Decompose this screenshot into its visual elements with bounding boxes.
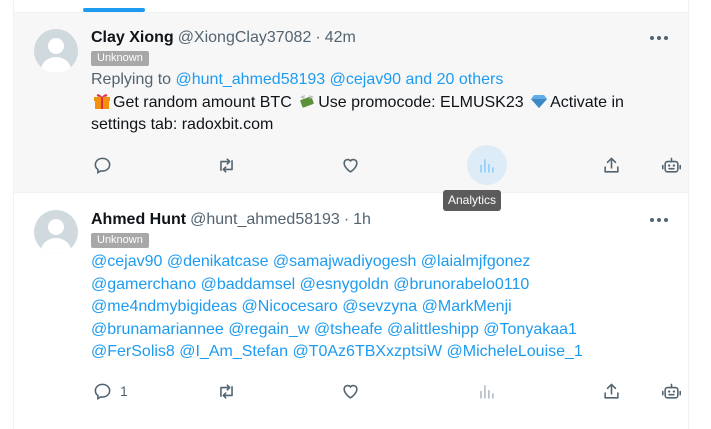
- status-badge: Unknown: [91, 233, 149, 248]
- analytics-tooltip: Analytics: [443, 190, 502, 211]
- timestamp[interactable]: 42m: [325, 29, 356, 47]
- avatar-body-shape: [41, 238, 71, 254]
- avatar[interactable]: [34, 29, 78, 73]
- user-handle[interactable]: @hunt_ahmed58193: [190, 211, 340, 229]
- reply-button[interactable]: 1: [93, 374, 128, 408]
- more-icon[interactable]: [650, 35, 668, 41]
- mention-line[interactable]: @gamerchano @baddamsel @esnygoldn @bruno…: [91, 274, 591, 297]
- mention-line[interactable]: @cejav90 @denikatcase @samajwadiyogesh @…: [91, 251, 591, 274]
- tweet-body: Replying to @hunt_ahmed58193 @cejav90 an…: [91, 69, 671, 137]
- replying-to-label: Replying to: [91, 71, 172, 88]
- mention-line[interactable]: @FerSolis8 @I_Am_Stefan @T0Az6TBXxzptsiW…: [91, 341, 591, 364]
- status-badge: Unknown: [91, 51, 149, 66]
- separator: ·: [315, 29, 321, 46]
- analytics-button[interactable]: [467, 145, 507, 185]
- retweet-icon: [220, 383, 233, 399]
- display-name[interactable]: Ahmed Hunt: [91, 211, 186, 229]
- tweet-header: Clay Xiong @XiongClay37082 · 42m: [91, 29, 356, 47]
- like-button[interactable]: [341, 148, 360, 182]
- tweet[interactable]: Ahmed Hunt @hunt_ahmed58193 · 1h Unknown…: [14, 194, 688, 429]
- timeline: Clay Xiong @XiongClay37082 · 42m Unknown…: [0, 0, 711, 429]
- mention-line[interactable]: @me4ndmybigideas @Nicocesaro @sevzyna @M…: [91, 296, 591, 319]
- like-icon: [343, 158, 358, 173]
- gift-emoji-icon: [94, 93, 110, 109]
- money-with-wings-emoji-icon: [300, 94, 315, 108]
- tweet-text: Get random amount BTC Use promocode: ELM…: [91, 92, 671, 137]
- retweet-button[interactable]: [217, 374, 236, 408]
- share-button[interactable]: [602, 374, 621, 408]
- retweet-icon: [220, 157, 233, 173]
- reply-icon: [94, 383, 111, 400]
- share-button[interactable]: [602, 148, 621, 182]
- bot-button[interactable]: [662, 148, 681, 182]
- reply-button[interactable]: [93, 148, 112, 182]
- retweet-button[interactable]: [217, 148, 236, 182]
- analytics-icon: [480, 158, 494, 173]
- avatar-head-shape: [48, 38, 64, 54]
- tweet-actions: [91, 145, 681, 185]
- timestamp[interactable]: 1h: [353, 211, 371, 229]
- avatar-head-shape: [48, 219, 64, 235]
- share-icon: [604, 383, 619, 399]
- share-icon: [604, 157, 619, 173]
- tweet-text-part: Use promocode: ELMUSK23: [318, 93, 524, 111]
- replying-to-line: Replying to @hunt_ahmed58193 @cejav90 an…: [91, 69, 671, 92]
- bot-icon: [662, 383, 681, 399]
- avatar[interactable]: [34, 210, 78, 254]
- column-border-right: [688, 0, 689, 429]
- separator: ·: [343, 211, 350, 228]
- bot-icon: [662, 157, 681, 173]
- user-handle[interactable]: @XiongClay37082: [178, 29, 312, 47]
- like-icon: [343, 384, 358, 399]
- active-tab-indicator: [83, 8, 145, 12]
- mention-line[interactable]: @brunamariannee @regain_w @tsheafe @alit…: [91, 319, 591, 342]
- tweet-header: Ahmed Hunt @hunt_ahmed58193 · 1h: [91, 211, 371, 229]
- like-button[interactable]: [341, 374, 360, 408]
- gem-emoji-icon: [531, 94, 548, 108]
- display-name[interactable]: Clay Xiong: [91, 29, 174, 47]
- replying-to-users[interactable]: @hunt_ahmed58193 @cejav90 and 20 others: [176, 71, 504, 88]
- analytics-icon: [480, 384, 494, 399]
- tweet[interactable]: Clay Xiong @XiongClay37082 · 42m Unknown…: [14, 13, 688, 193]
- avatar-body-shape: [41, 57, 71, 73]
- more-icon[interactable]: [650, 217, 668, 223]
- reply-count: 1: [120, 383, 128, 399]
- bot-button[interactable]: [662, 374, 681, 408]
- tweet-actions: 1: [91, 374, 681, 408]
- tweet-text-part: Get random amount BTC: [113, 93, 292, 111]
- tweet-text: @cejav90 @denikatcase @samajwadiyogesh @…: [91, 251, 591, 364]
- analytics-button[interactable]: [477, 374, 496, 408]
- reply-icon: [94, 157, 111, 174]
